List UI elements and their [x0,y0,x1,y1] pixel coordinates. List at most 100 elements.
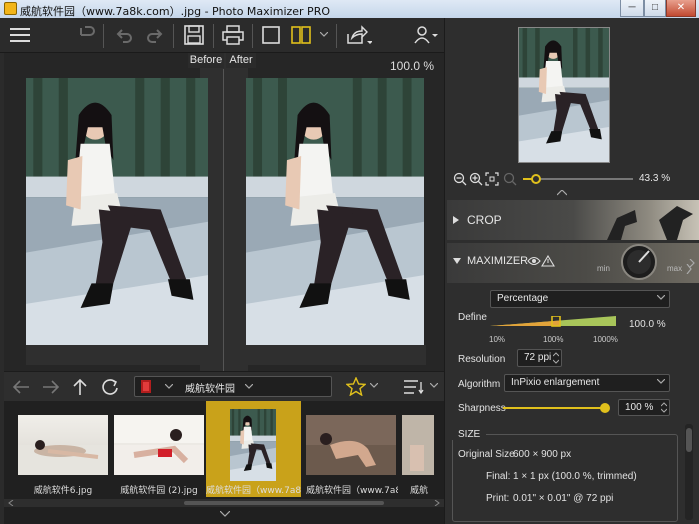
panel-scrollbar[interactable] [685,424,693,520]
panel-collapse-icon[interactable] [686,264,692,274]
settings-panel: 43.3 % CROP MAXIMIZER min max Percentage… [444,18,699,524]
separator [173,24,174,48]
split-divider[interactable] [223,69,224,371]
separator [103,24,104,48]
app-icon [4,2,17,15]
refresh-icon[interactable] [100,377,120,397]
dial-min-label: min [597,264,610,273]
chevron-down-icon[interactable] [430,383,438,389]
scroll-left-icon[interactable] [8,500,14,506]
main-toolbar [0,18,444,53]
maximizer-title: MAXIMIZER [467,255,529,267]
sort-icon[interactable] [402,378,424,396]
navigator-zoom-bar: 43.3 % [453,170,693,188]
resolution-label: Resolution [458,354,506,365]
image-canvas[interactable]: Before After 100.0 % [4,53,444,371]
up-icon[interactable] [72,378,88,396]
original-size-value: 600 × 900 px [513,449,572,460]
title-bar: 威航软件园（www.7a8k.com）.jpg - Photo Maximize… [0,0,699,18]
filmstrip-scrollbar[interactable] [4,499,444,507]
close-button[interactable]: ✕ [666,0,696,17]
collapse-filmstrip-icon[interactable] [220,511,230,517]
thumbnail-caption: 威航软件园 (2).jpg [120,486,198,496]
maximize-button[interactable]: □ [644,0,666,17]
define-slider[interactable] [490,316,618,328]
navigator-zoom-slider[interactable] [523,174,633,184]
share-icon[interactable] [346,25,372,45]
collapse-icon [453,258,461,264]
scroll-thumb[interactable] [686,428,692,452]
warning-icon [541,255,555,267]
undo-icon[interactable] [114,25,134,45]
define-mode-dropdown[interactable]: Percentage [490,290,670,308]
window-title: 威航软件园（www.7a8k.com）.jpg - Photo Maximize… [20,5,330,18]
resolution-value: 72 ppi [524,352,552,363]
slider-knob[interactable] [600,403,610,413]
thumbnail-caption: 威航软件6.jpg [33,486,93,496]
scroll-thumb[interactable] [184,501,384,505]
define-tick: 10% [489,335,506,344]
dial-max-label: max [667,264,683,273]
folder-dropdown[interactable]: 威航软件园 [134,376,332,397]
algorithm-value: InPixio enlargement [511,377,600,388]
crop-title: CROP [467,213,502,227]
define-tick: 1000% [593,335,618,344]
define-value: 100.0 % [629,319,666,330]
print-icon[interactable] [222,25,244,45]
collapse-navigator-icon[interactable] [557,190,567,196]
zoom-in-icon[interactable] [469,172,483,186]
save-icon[interactable] [184,25,204,45]
final-size-value: 1 × 1 px (100.0 %, trimmed) [513,471,637,482]
back-icon[interactable] [12,379,30,395]
scroll-right-icon[interactable] [434,500,440,506]
sharpness-value: 100 % [625,402,654,413]
sharpness-field[interactable]: 100 % [618,399,670,416]
print-size-label: Print: [486,493,510,504]
folder-icon [141,380,151,393]
navigator-preview[interactable] [518,27,610,163]
separator [213,24,214,48]
resolution-field[interactable]: 72 ppi [517,349,562,367]
separator [252,24,253,48]
chevron-down-icon [657,295,665,300]
forward-icon[interactable] [42,379,60,395]
algorithm-dropdown[interactable]: InPixio enlargement [504,374,670,392]
original-size-label: Original Size [458,449,515,460]
define-tick: 100% [543,335,564,344]
chevron-down-icon [165,384,173,389]
thumbnail-image-selected[interactable] [230,409,276,481]
filmstrip: 威航软件6.jpg 威航软件园 (2).jpg 威航软件园（www.7a8k.c… [4,401,444,524]
redo-icon[interactable] [145,25,165,45]
chevron-down-icon[interactable] [320,32,328,38]
thumbnail-image[interactable] [18,415,108,475]
slider-knob[interactable] [531,174,541,184]
chevron-down-icon[interactable] [370,383,378,389]
undo-all-icon[interactable] [76,25,96,45]
single-view-icon[interactable] [262,25,280,45]
thumbnail-image[interactable] [402,415,434,475]
size-box: SIZE Original Size 600 × 900 px Final: 1… [452,429,678,522]
maximizer-section-header[interactable]: MAXIMIZER min max [447,243,699,283]
minimize-button[interactable]: ─ [620,0,644,17]
star-icon[interactable] [346,377,366,396]
thumbnail-image[interactable] [114,415,204,475]
eye-icon[interactable] [527,256,541,266]
maximizer-dial[interactable] [615,243,663,281]
thumbnail-image[interactable] [306,415,396,475]
split-view-icon[interactable] [291,25,311,45]
thumbnail-caption: 威航 [409,486,428,496]
menu-icon[interactable] [10,28,30,42]
actual-size-icon[interactable] [503,172,517,186]
zoom-out-icon[interactable] [453,172,467,186]
size-title: SIZE [452,429,487,440]
crop-section-header[interactable]: CROP [447,200,699,240]
chevron-down-icon [245,384,253,389]
fit-icon[interactable] [485,172,499,186]
spinner-icon[interactable] [661,402,667,413]
canvas-shadow [26,345,426,365]
sharpness-slider[interactable] [503,403,610,413]
thumbnail-caption: 威航软件园（www.7a8k.co... [306,486,398,496]
print-size-value: 0.01" × 0.01" @ 72 ppi [513,493,614,504]
user-icon[interactable] [414,25,440,45]
spinner-icon[interactable] [553,352,559,364]
